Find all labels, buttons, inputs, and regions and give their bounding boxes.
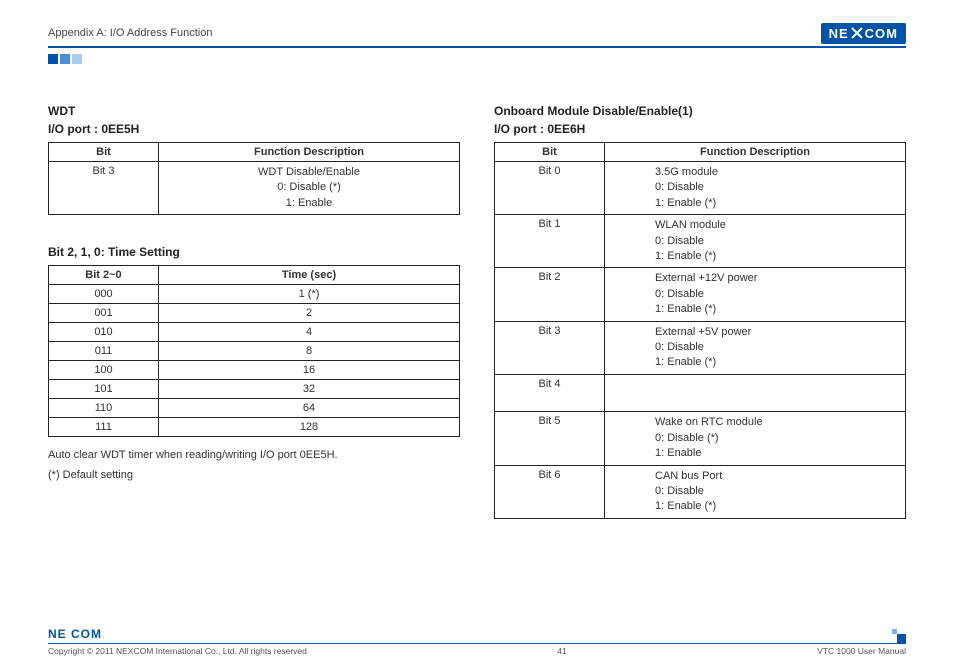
- onboard-heading-1: Onboard Module Disable/Enable(1): [494, 102, 906, 120]
- ts-th-time: Time (sec): [159, 266, 460, 285]
- wdt-heading-1: WDT: [48, 102, 460, 120]
- footer-rule: [48, 643, 906, 644]
- footer-logo: NE COM: [48, 627, 102, 643]
- table-row: 0012: [49, 304, 460, 323]
- table-row: Bit 6CAN bus Port 0: Disable 1: Enable (…: [495, 465, 906, 518]
- table-row: 10016: [49, 361, 460, 380]
- table-row: 11064: [49, 399, 460, 418]
- decorative-squares: [48, 54, 906, 64]
- page-footer: NE COM Copyright © 2011 NEXCOM Internati…: [48, 627, 906, 656]
- table-row: 0001 (*): [49, 285, 460, 304]
- table-row: Bit 03.5G module 0: Disable 1: Enable (*…: [495, 162, 906, 215]
- ob-th-desc: Function Description: [605, 143, 906, 162]
- table-row: 10132: [49, 380, 460, 399]
- footer-deco-icon: [892, 629, 906, 643]
- table-row: 0118: [49, 342, 460, 361]
- table-row: Bit 1WLAN module 0: Disable 1: Enable (*…: [495, 215, 906, 268]
- logo-x-icon: [850, 26, 864, 40]
- logo-right: COM: [865, 26, 898, 41]
- table-row: Bit 3External +5V power 0: Disable 1: En…: [495, 321, 906, 374]
- note-default: (*) Default setting: [48, 467, 460, 485]
- table-row: Bit 4: [495, 374, 906, 412]
- wdt-th-desc: Function Description: [159, 143, 460, 162]
- appendix-title: Appendix A: I/O Address Function: [48, 27, 212, 39]
- ob-th-bit: Bit: [495, 143, 605, 162]
- wdt-desc-cell: WDT Disable/Enable 0: Disable (*) 1: Ena…: [159, 162, 460, 215]
- table-row: 111128: [49, 418, 460, 437]
- wdt-table: Bit Function Description Bit 3 WDT Disab…: [48, 142, 460, 215]
- ts-th-bits: Bit 2~0: [49, 266, 159, 285]
- manual-name: VTC 1000 User Manual: [817, 646, 906, 656]
- wdt-th-bit: Bit: [49, 143, 159, 162]
- wdt-bit-cell: Bit 3: [49, 162, 159, 215]
- table-row: Bit 2External +12V power 0: Disable 1: E…: [495, 268, 906, 321]
- right-column: Onboard Module Disable/Enable(1) I/O por…: [494, 102, 906, 519]
- table-row: Bit 5Wake on RTC module 0: Disable (*) 1…: [495, 412, 906, 465]
- logo-left: NE: [829, 26, 849, 41]
- onboard-heading-2: I/O port : 0EE6H: [494, 120, 906, 138]
- copyright: Copyright © 2011 NEXCOM International Co…: [48, 646, 307, 656]
- time-setting-table: Bit 2~0 Time (sec) 0001 (*) 0012 0104 01…: [48, 265, 460, 437]
- header-rule: [48, 46, 906, 48]
- onboard-table: Bit Function Description Bit 03.5G modul…: [494, 142, 906, 519]
- note-autoclear: Auto clear WDT timer when reading/writin…: [48, 447, 460, 465]
- time-setting-heading: Bit 2, 1, 0: Time Setting: [48, 245, 460, 259]
- table-row: 0104: [49, 323, 460, 342]
- logo-header: NE COM: [821, 23, 906, 44]
- wdt-heading-2: I/O port : 0EE5H: [48, 120, 460, 138]
- left-column: WDT I/O port : 0EE5H Bit Function Descri…: [48, 102, 460, 519]
- page-number: 41: [557, 646, 566, 656]
